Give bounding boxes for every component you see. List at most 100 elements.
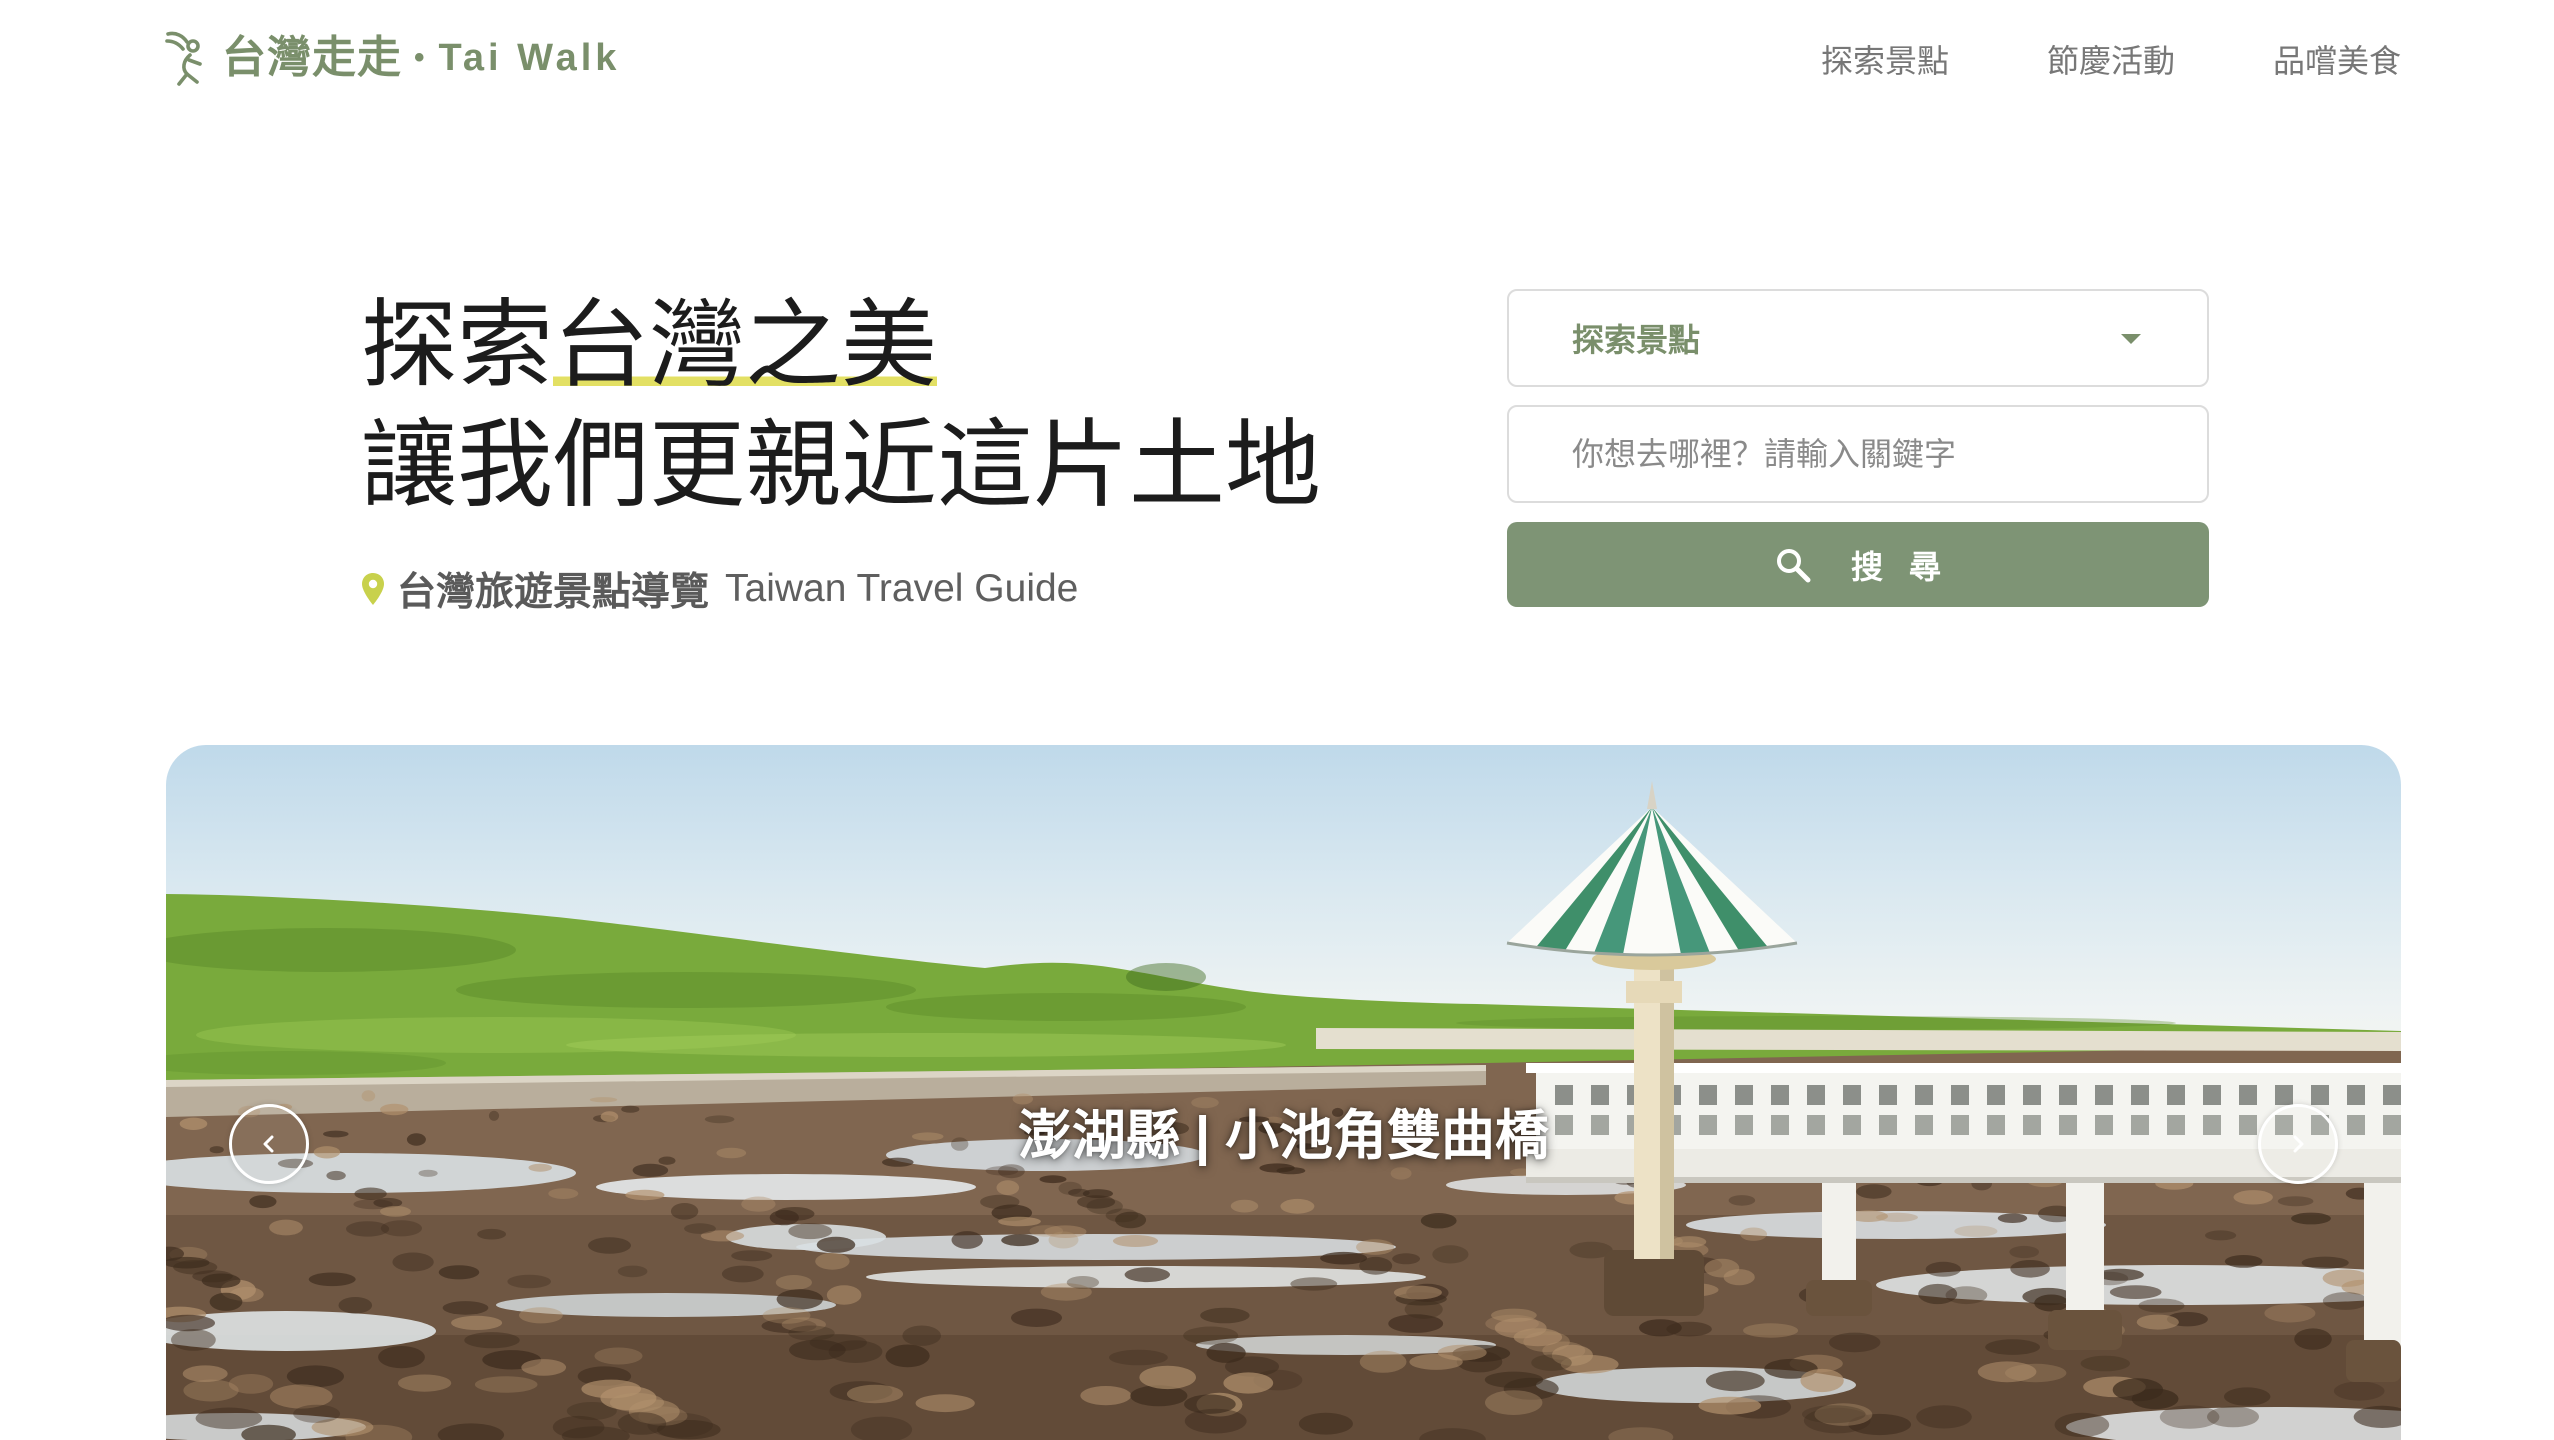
rock-texture [1705,1370,1765,1392]
bridge-railing-gap [2347,1085,2365,1105]
brand-separator: • [414,41,425,74]
bridge-railing-gap [1843,1085,1861,1105]
hero-subtitle-en: Taiwan Travel Guide [725,567,1079,610]
bridge-railing-gap [2239,1085,2257,1105]
bridge-railing-gap [2059,1085,2077,1105]
category-select[interactable]: 探索景點 [1507,289,2209,387]
rock-texture [521,1359,567,1376]
rock-texture [1918,1283,1958,1305]
rock-texture [2054,1412,2110,1437]
rock-texture [519,1307,563,1324]
rock-texture [2207,1406,2259,1428]
bridge-railing-gap [1771,1085,1789,1105]
rock-texture [477,1228,506,1240]
rock-texture [1800,1368,1844,1393]
rock-texture [1109,1349,1168,1366]
rock-texture [998,1216,1041,1227]
pavilion-canopy [1506,781,1798,957]
rock-texture [209,1292,243,1311]
keyword-input[interactable] [1507,405,2209,503]
nav-item-festivals[interactable]: 節慶活動 [2047,42,2175,80]
rock-texture [2138,1298,2185,1313]
caret-down-icon [2121,334,2141,344]
rock-texture [1916,1405,1972,1429]
rock-texture [617,1265,648,1278]
rock-texture [1484,1371,1544,1388]
bridge-railing-gap [1987,1085,2005,1105]
rock-texture [1290,1277,1338,1291]
rock-texture [1698,1396,1762,1415]
search-icon [1775,547,1811,583]
rock-texture [380,1206,411,1217]
rock-texture [442,1301,489,1315]
rock-texture [788,1325,835,1341]
rock-texture [1280,1198,1315,1214]
bridge-railing-gap [1699,1085,1717,1105]
rock-texture [731,1250,773,1262]
carousel-prev-button[interactable] [229,1104,309,1184]
rock-texture [1392,1253,1420,1265]
brand-logo[interactable]: 台灣走走 • Tai Walk [164,28,620,88]
rock-texture [951,1231,983,1249]
category-select-value: 探索景點 [1572,322,1701,358]
rock-texture [1200,1307,1250,1324]
rock-texture [1728,1195,1756,1206]
rock-texture [2277,1196,2314,1207]
bridge-railing-gap [1591,1085,1609,1105]
rock-texture [1409,1353,1463,1370]
rock-texture [1485,1390,1543,1415]
rock-texture [594,1347,643,1365]
search-button[interactable]: 搜尋 [1507,522,2209,607]
rock-texture [1184,1408,1247,1434]
rock-texture [589,1097,618,1103]
rock-texture [2333,1381,2385,1401]
chevron-right-icon [2293,1135,2304,1153]
rock-texture [996,1180,1020,1196]
rock-texture [269,1219,303,1236]
rock-texture [548,1188,579,1199]
hero-carousel: 澎湖縣 | 小池角雙曲橋 [166,745,2401,1440]
chevron-left-icon [263,1135,274,1153]
rock-texture [2010,1260,2050,1278]
carousel-slide-image [166,781,2401,1440]
nav-item-attractions[interactable]: 探索景點 [1821,42,1949,80]
rock-texture [1112,1235,1159,1247]
rock-texture [1420,1213,1457,1229]
search-button-label: 搜尋 [1850,548,1967,585]
rock-texture [474,1376,538,1393]
pavilion-base [1604,1250,1704,1316]
bridge-railing-gap [1915,1085,1933,1105]
rock-texture [1856,1184,1892,1199]
rock-texture [451,1315,503,1330]
rock-texture [418,1169,438,1177]
nav-item-food[interactable]: 品嚐美食 [2273,42,2401,80]
rock-texture [286,1365,344,1388]
bridge-railing-gap [1807,1085,1825,1105]
rock-texture [1077,1195,1116,1209]
rock-texture [670,1203,699,1220]
rock-texture [1393,1285,1442,1300]
rock-texture [438,1265,480,1280]
rock-texture [269,1384,333,1409]
rock-texture [826,1285,862,1305]
bridge-railing-gap [2095,1085,2113,1105]
rock-texture [171,1329,216,1351]
rock-texture [721,1265,764,1283]
rock-texture [885,1344,930,1368]
bridge-railing-gap [2203,1085,2221,1105]
rock-texture [361,1090,376,1102]
hero-title-line-2: 讓我們更親近這片土地 [361,412,1321,519]
rock-texture [1802,1405,1866,1424]
rock-texture [1139,1365,1196,1390]
carousel-next-button[interactable] [2258,1104,2338,1184]
bridge-railing-gap [2131,1085,2149,1105]
rock-texture [1124,1267,1170,1283]
rock-texture [346,1221,390,1237]
rock-texture [293,1404,341,1423]
rock-texture [2205,1230,2237,1241]
rock-texture [398,1374,452,1392]
hero-title: 探索台灣之美 讓我們更親近這片土地 [361,286,1321,526]
rock-texture [915,1394,975,1413]
rock-texture [581,1379,641,1399]
rock-texture [2233,1190,2273,1205]
